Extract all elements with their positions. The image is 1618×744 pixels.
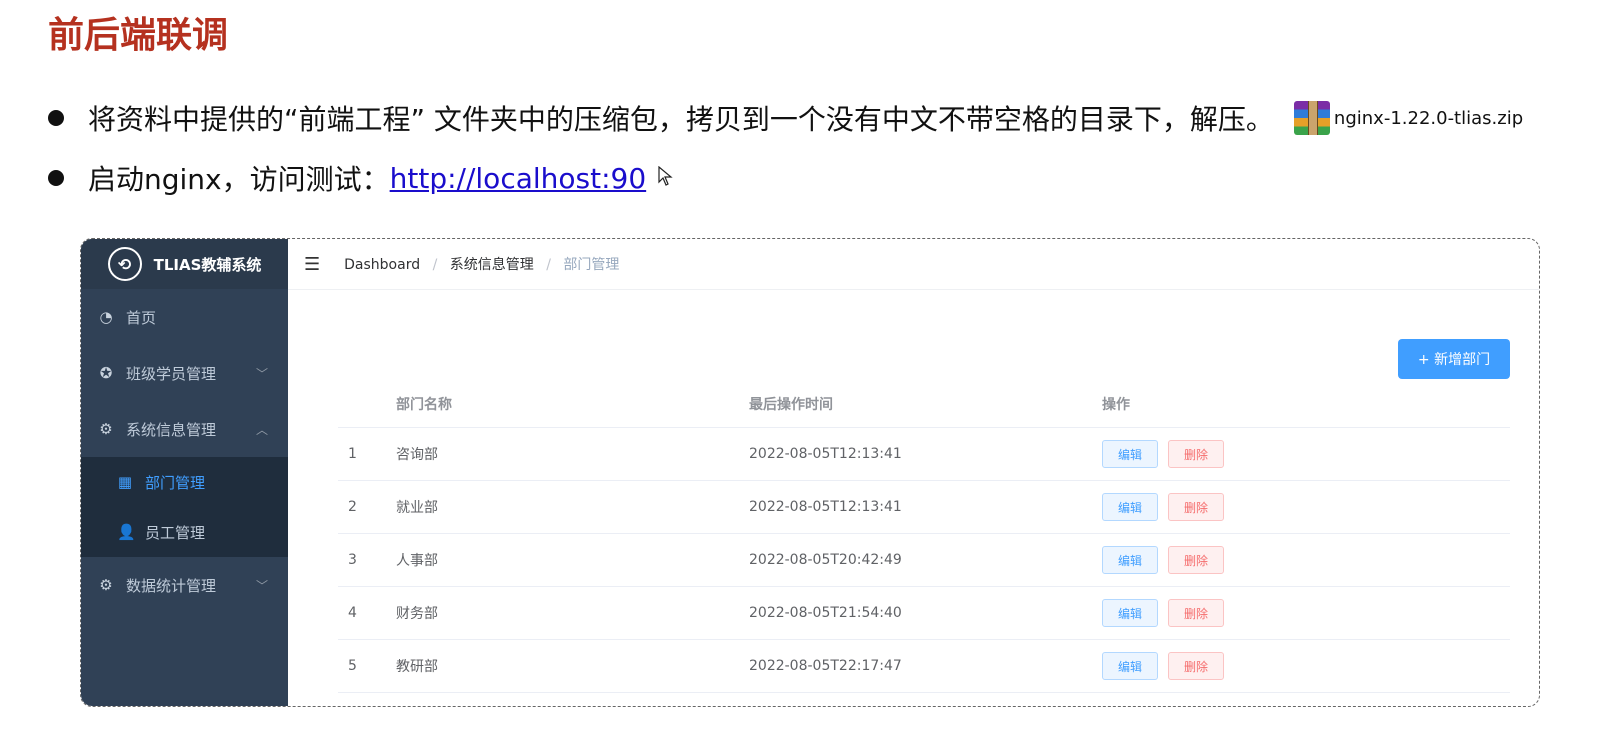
update-time: 2022-08-05T22:17:47 — [749, 658, 902, 674]
compass-icon: ✪ — [99, 364, 113, 382]
edit-button[interactable]: 编辑 — [1102, 599, 1158, 627]
delete-button[interactable]: 删除 — [1168, 493, 1224, 521]
brand-name: TLIAS教辅系统 — [153, 255, 262, 274]
header-time: 最后操作时间 — [749, 397, 833, 413]
bullet-dot-icon — [48, 170, 64, 186]
sidebar-item-emp-mgmt[interactable]: 👤 员工管理 — [81, 507, 288, 557]
dept-name: 就业部 — [396, 500, 438, 516]
grid-icon: ▦ — [117, 473, 133, 491]
row-index: 3 — [348, 552, 357, 568]
slide-title: 前后端联调 — [48, 15, 229, 56]
edit-button[interactable]: 编辑 — [1102, 493, 1158, 521]
localhost-link[interactable]: http://localhost:90 — [390, 162, 647, 195]
table-header: 部门名称 最后操作时间 操作 — [338, 381, 1510, 428]
topbar: ☰ Dashboard / 系统信息管理 / 部门管理 — [288, 239, 1539, 290]
row-index: 5 — [348, 658, 357, 674]
delete-button[interactable]: 删除 — [1168, 440, 1224, 468]
main-content: ☰ Dashboard / 系统信息管理 / 部门管理 + 新增部门 部门名称 … — [288, 239, 1539, 706]
system-submenu: ▦ 部门管理 👤 员工管理 — [81, 457, 288, 557]
tlias-app-window: ⟲ TLIAS教辅系统 ◔ 首页 ✪ 班级学员管理 ﹀ ⚙ 系统信息管理 ︿ ▦… — [80, 238, 1540, 707]
delete-button[interactable]: 删除 — [1168, 546, 1224, 574]
row-actions: 编辑 删除 — [1102, 652, 1224, 680]
update-time: 2022-08-05T12:13:41 — [749, 499, 902, 515]
breadcrumb-current: 部门管理 — [563, 257, 620, 273]
sidebar: ⟲ TLIAS教辅系统 ◔ 首页 ✪ 班级学员管理 ﹀ ⚙ 系统信息管理 ︿ ▦… — [81, 239, 288, 706]
breadcrumb-separator: / — [432, 257, 438, 273]
zip-file[interactable]: nginx-1.22.0-tlias.zip — [1293, 101, 1524, 135]
bullet2-text: 启动nginx，访问测试： — [88, 163, 390, 196]
sidebar-item-label: 部门管理 — [145, 473, 206, 492]
sidebar-item-home[interactable]: ◔ 首页 — [81, 289, 288, 345]
dept-name: 咨询部 — [396, 447, 438, 463]
row-index: 1 — [348, 446, 357, 462]
update-time: 2022-08-05T20:42:49 — [749, 552, 902, 568]
chevron-down-icon: ﹀ — [255, 366, 268, 381]
sidebar-item-system-mgmt[interactable]: ⚙ 系统信息管理 ︿ — [81, 401, 288, 457]
row-actions: 编辑 删除 — [1102, 440, 1224, 468]
sidebar-item-label: 数据统计管理 — [126, 576, 217, 595]
brand[interactable]: ⟲ TLIAS教辅系统 — [81, 239, 288, 289]
mouse-cursor-icon — [658, 165, 674, 191]
add-department-button[interactable]: + 新增部门 — [1398, 339, 1510, 379]
update-time: 2022-08-05T21:54:40 — [749, 605, 902, 621]
department-table: 部门名称 最后操作时间 操作 1 咨询部 2022-08-05T12:13:41 编辑… — [338, 381, 1510, 693]
table-body: 1 咨询部 2022-08-05T12:13:41 编辑 删除 2 就业部 2022-08-0… — [338, 428, 1510, 693]
dragon-logo-icon: ⟲ — [107, 247, 142, 281]
sidebar-item-stats-mgmt[interactable]: ⚙ 数据统计管理 ﹀ — [81, 557, 288, 613]
dashboard-icon: ◔ — [99, 308, 113, 326]
table-row: 5 教研部 2022-08-05T22:17:47 编辑 删除 — [338, 640, 1510, 693]
sidebar-item-label: 首页 — [126, 308, 157, 327]
sidebar-item-label: 系统信息管理 — [126, 420, 217, 439]
breadcrumb-separator: / — [546, 257, 551, 273]
bullet-dot-icon — [48, 110, 64, 126]
collapse-menu-icon[interactable]: ☰ — [304, 254, 320, 275]
header-ops: 操作 — [1102, 397, 1130, 413]
header-name: 部门名称 — [396, 397, 452, 413]
row-actions: 编辑 删除 — [1102, 493, 1224, 521]
delete-button[interactable]: 删除 — [1168, 652, 1224, 680]
bullet-start-nginx: 启动nginx，访问测试： http://localhost:90 — [48, 158, 674, 198]
bullet1-text: 将资料中提供的“前端工程” 文件夹中的压缩包，拷贝到一个没有中文不带空格的目录下… — [88, 103, 1274, 136]
breadcrumb-system-mgmt[interactable]: 系统信息管理 — [450, 257, 534, 273]
edit-button[interactable]: 编辑 — [1102, 652, 1158, 680]
dept-name: 人事部 — [396, 553, 438, 569]
edit-button[interactable]: 编辑 — [1102, 440, 1158, 468]
gear-icon: ⚙ — [99, 576, 113, 594]
row-index: 4 — [348, 605, 357, 621]
archive-icon — [1293, 101, 1330, 135]
sidebar-item-class-mgmt[interactable]: ✪ 班级学员管理 ﹀ — [81, 345, 288, 401]
user-icon: 👤 — [117, 523, 136, 541]
table-row: 4 财务部 2022-08-05T21:54:40 编辑 删除 — [338, 587, 1510, 640]
chevron-down-icon: ﹀ — [255, 578, 268, 593]
row-actions: 编辑 删除 — [1102, 546, 1224, 574]
delete-button[interactable]: 删除 — [1168, 599, 1224, 627]
row-actions: 编辑 删除 — [1102, 599, 1224, 627]
sidebar-item-dept-mgmt[interactable]: ▦ 部门管理 — [81, 457, 288, 507]
sidebar-item-label: 员工管理 — [145, 523, 206, 542]
dept-name: 财务部 — [396, 606, 438, 622]
table-row: 1 咨询部 2022-08-05T12:13:41 编辑 删除 — [338, 428, 1510, 481]
sidebar-item-label: 班级学员管理 — [126, 364, 217, 383]
row-index: 2 — [348, 499, 357, 515]
breadcrumb: Dashboard / 系统信息管理 / 部门管理 — [344, 254, 619, 274]
breadcrumb-dashboard[interactable]: Dashboard — [344, 257, 420, 273]
table-row: 3 人事部 2022-08-05T20:42:49 编辑 删除 — [338, 534, 1510, 587]
edit-button[interactable]: 编辑 — [1102, 546, 1158, 574]
update-time: 2022-08-05T12:13:41 — [749, 446, 902, 462]
chevron-up-icon: ︿ — [255, 422, 268, 437]
dept-name: 教研部 — [396, 659, 438, 675]
gear-icon: ⚙ — [99, 420, 113, 438]
bullet-copy-archive: 将资料中提供的“前端工程” 文件夹中的压缩包，拷贝到一个没有中文不带空格的目录下… — [48, 98, 1523, 138]
table-row: 2 就业部 2022-08-05T12:13:41 编辑 删除 — [338, 481, 1510, 534]
zip-filename: nginx-1.22.0-tlias.zip — [1333, 107, 1524, 129]
